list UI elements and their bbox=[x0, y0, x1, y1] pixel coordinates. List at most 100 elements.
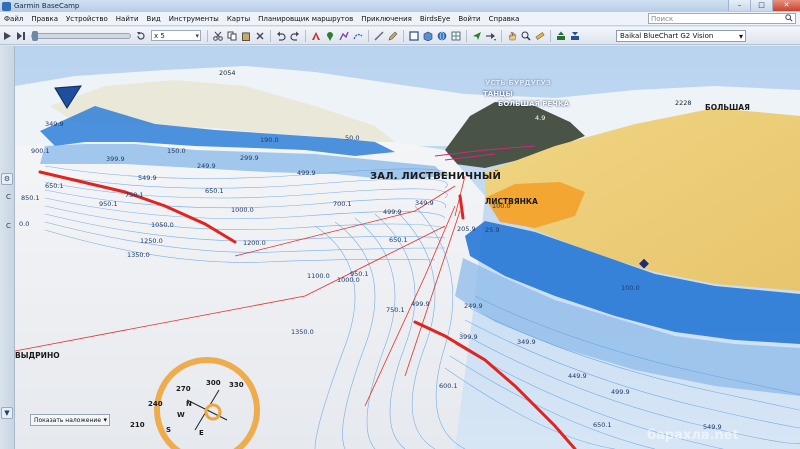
depth-label: 499.9 bbox=[383, 208, 402, 216]
depth-label: 0.0 bbox=[19, 220, 30, 228]
menu-bar: Файл Правка Устройство Найти Вид Инструм… bbox=[0, 12, 800, 26]
copy-icon[interactable] bbox=[226, 30, 238, 42]
speed-select[interactable]: x 5 bbox=[151, 30, 201, 41]
menu-find[interactable]: Найти bbox=[112, 15, 143, 23]
loop-icon[interactable] bbox=[135, 30, 147, 42]
depth-label: 499.9 bbox=[297, 169, 316, 177]
track-icon[interactable] bbox=[352, 30, 364, 42]
map-product-select[interactable]: Baikal BlueChart G2 Vision bbox=[616, 30, 746, 42]
play-icon[interactable] bbox=[1, 30, 13, 42]
receive-icon[interactable] bbox=[569, 30, 581, 42]
paste-icon[interactable] bbox=[240, 30, 252, 42]
search-icon[interactable] bbox=[785, 14, 793, 22]
depth-label: 25.9 bbox=[485, 226, 500, 234]
depth-label: 50.0 bbox=[345, 134, 360, 142]
compass-direction: N bbox=[186, 400, 192, 408]
hand-icon[interactable] bbox=[506, 30, 518, 42]
depth-label: 299.9 bbox=[240, 154, 259, 162]
menu-device[interactable]: Устройство bbox=[62, 15, 112, 23]
basecamp-window: Garmin BaseCamp – □ ✕ Файл Правка Устрой… bbox=[0, 0, 800, 449]
show-overlay-dropdown[interactable]: Показать наложение bbox=[30, 414, 110, 426]
place-label-vydrino: ВЫДРИНО bbox=[15, 351, 60, 360]
cut-icon[interactable] bbox=[212, 30, 224, 42]
map-2d-icon[interactable] bbox=[408, 30, 420, 42]
depth-label: 950.1 bbox=[99, 200, 118, 208]
depth-label: 249.9 bbox=[464, 302, 483, 310]
toolbar-divider bbox=[466, 29, 467, 42]
playback-slider[interactable] bbox=[31, 30, 131, 41]
elevation-label: 4.9 bbox=[535, 114, 546, 122]
zoom-icon[interactable] bbox=[520, 30, 532, 42]
depth-label: 850.1 bbox=[21, 194, 40, 202]
depth-label: 349.9 bbox=[517, 338, 536, 346]
main-toolbar: x 5 ▾ Baikal BlueChart G2 Vision bbox=[0, 27, 800, 45]
depth-label: 190.0 bbox=[260, 136, 279, 144]
toolbar-divider bbox=[368, 29, 369, 42]
minimize-button[interactable]: – bbox=[728, 0, 750, 11]
toolbar-divider bbox=[305, 29, 306, 42]
pencil-icon[interactable] bbox=[387, 30, 399, 42]
waypoint-icon[interactable] bbox=[324, 30, 336, 42]
menu-file[interactable]: Файл bbox=[0, 15, 27, 23]
depth-label: 650.1 bbox=[389, 236, 408, 244]
filter-icon[interactable]: ▼ bbox=[1, 407, 13, 419]
menu-adventures[interactable]: Приключения bbox=[357, 15, 416, 23]
depth-label: 1250.0 bbox=[140, 237, 163, 245]
panel-tab-letter[interactable]: C bbox=[6, 193, 11, 201]
measure-icon[interactable] bbox=[373, 30, 385, 42]
map-view-3d[interactable]: 2054 2228 БОЛЬШАЯ УСТЬ-БУРДУГУЗ ТАНЦЫ БО… bbox=[15, 46, 800, 449]
slider-thumb[interactable] bbox=[32, 30, 38, 41]
depth-label: 600.1 bbox=[439, 382, 458, 390]
depth-label: 1350.0 bbox=[291, 328, 314, 336]
close-button[interactable]: ✕ bbox=[772, 0, 800, 11]
depth-label: 750.1 bbox=[125, 191, 144, 199]
compass-degree: 210 bbox=[130, 421, 145, 429]
elevation-label: 2054 bbox=[219, 69, 236, 77]
step-icon[interactable] bbox=[15, 30, 27, 42]
ruler-icon[interactable] bbox=[534, 30, 546, 42]
depth-label: 650.1 bbox=[45, 182, 64, 190]
place-label-bolshaya-rechka: БОЛЬШАЯ РЕЧКА bbox=[498, 100, 570, 108]
maximize-button[interactable]: □ bbox=[750, 0, 772, 11]
globe-icon[interactable] bbox=[436, 30, 448, 42]
title-bar: Garmin BaseCamp – □ ✕ bbox=[0, 0, 800, 12]
place-label-bolshaya: БОЛЬШАЯ bbox=[705, 103, 750, 112]
depth-label: 549.9 bbox=[138, 174, 157, 182]
menu-edit[interactable]: Правка bbox=[27, 15, 62, 23]
nav-icon[interactable] bbox=[471, 30, 483, 42]
toolbar-divider bbox=[207, 29, 208, 42]
window-title: Garmin BaseCamp bbox=[14, 2, 80, 10]
compass-direction: E bbox=[199, 429, 204, 437]
map-3d-icon[interactable] bbox=[422, 30, 434, 42]
search-input[interactable] bbox=[648, 13, 796, 24]
depth-label: 449.9 bbox=[568, 372, 587, 380]
menu-help[interactable]: Справка bbox=[485, 15, 524, 23]
route-nav-icon[interactable]: ▾ bbox=[485, 30, 497, 42]
menu-route-planner[interactable]: Планировщик маршрутов bbox=[254, 15, 357, 23]
depth-label: 100.0 bbox=[621, 284, 640, 292]
menu-sign-in[interactable]: Войти bbox=[454, 15, 484, 23]
depth-label: 1050.0 bbox=[151, 221, 174, 229]
menu-birdseye[interactable]: BirdsEye bbox=[416, 15, 454, 23]
depth-label: 100.0 bbox=[492, 202, 511, 210]
undo-icon[interactable] bbox=[275, 30, 287, 42]
depth-label: 1000.0 bbox=[337, 276, 360, 284]
send-icon[interactable] bbox=[555, 30, 567, 42]
text-icon[interactable] bbox=[310, 30, 322, 42]
panel-tab-letter[interactable]: C bbox=[6, 222, 11, 230]
gear-icon[interactable]: ⚙ bbox=[1, 173, 13, 185]
menu-maps[interactable]: Карты bbox=[223, 15, 254, 23]
toolbar-divider bbox=[550, 29, 551, 42]
menu-view[interactable]: Вид bbox=[143, 15, 165, 23]
menu-tools[interactable]: Инструменты bbox=[165, 15, 223, 23]
depth-label: 499.9 bbox=[611, 388, 630, 396]
depth-label: 349.9 bbox=[415, 199, 434, 207]
redo-icon[interactable] bbox=[289, 30, 301, 42]
watermark: барахла.net bbox=[647, 428, 739, 443]
delete-icon[interactable] bbox=[254, 30, 266, 42]
library-panel-collapsed: ⚙ C C ▼ bbox=[0, 46, 15, 449]
grid-icon[interactable] bbox=[450, 30, 462, 42]
depth-label: 750.1 bbox=[386, 306, 405, 314]
route-icon[interactable] bbox=[338, 30, 350, 42]
app-icon bbox=[2, 1, 11, 11]
